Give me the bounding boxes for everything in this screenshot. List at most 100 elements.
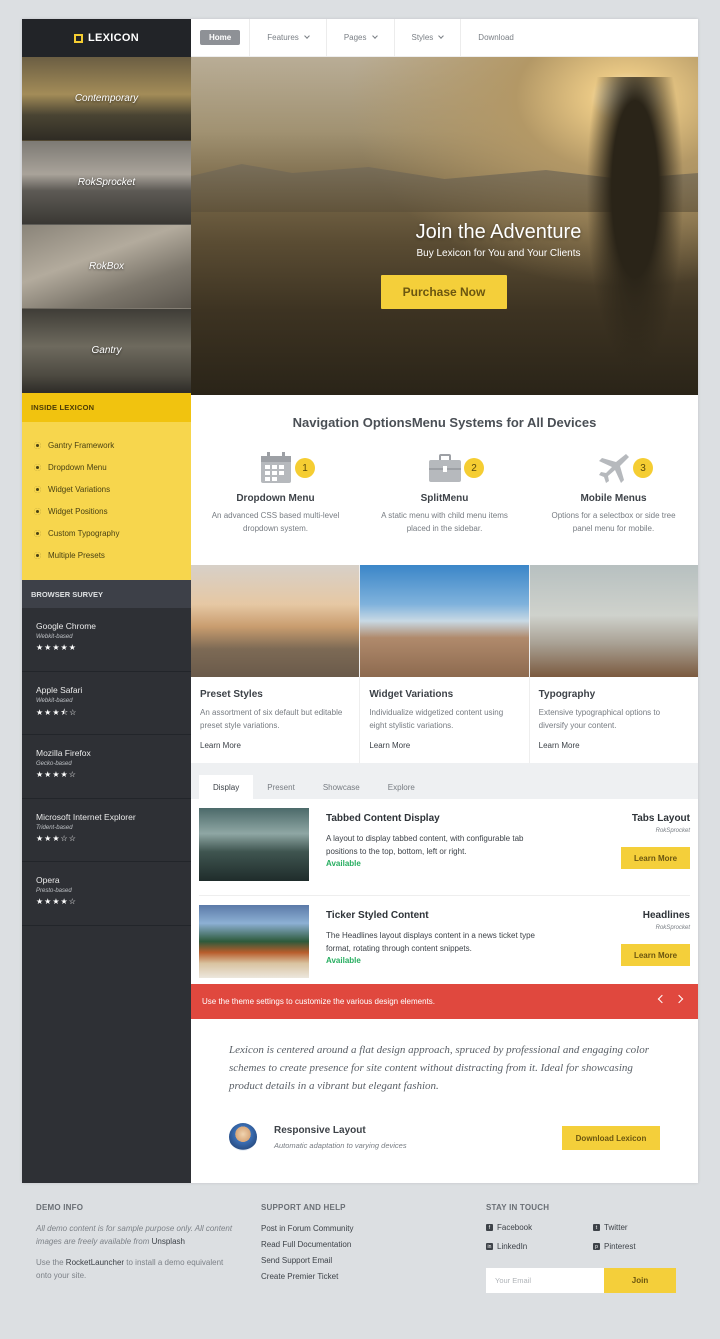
browser-name: Google Chrome bbox=[36, 621, 97, 631]
hero-title: Join the Adventure bbox=[415, 221, 582, 243]
inside-item[interactable]: Gantry Framework bbox=[34, 434, 191, 456]
nav-home-label[interactable]: Home bbox=[200, 30, 241, 45]
sidebar-thumb-roksprocket[interactable]: RokSprocket bbox=[22, 141, 191, 225]
demo-text: All demo content is for sample purpose o… bbox=[36, 1224, 233, 1246]
nav-styles[interactable]: Styles bbox=[395, 18, 462, 57]
nav-pages[interactable]: Pages bbox=[327, 18, 395, 57]
purchase-now-button[interactable]: Purchase Now bbox=[381, 275, 507, 309]
feature-image bbox=[529, 565, 698, 677]
intro-quote: Lexicon is centered around a flat design… bbox=[229, 1044, 649, 1092]
twitter-icon: t bbox=[593, 1224, 600, 1231]
support-link[interactable]: Read Full Documentation bbox=[261, 1240, 353, 1249]
nav-home[interactable]: Home bbox=[191, 18, 251, 57]
tab-showcase[interactable]: Showcase bbox=[309, 775, 374, 799]
logo[interactable]: LEXICON bbox=[22, 19, 191, 57]
facebook-link[interactable]: f Facebook bbox=[486, 1223, 532, 1232]
twitter-link[interactable]: t Twitter bbox=[593, 1223, 628, 1232]
thumb-label: Contemporary bbox=[74, 93, 139, 104]
support-link[interactable]: Send Support Email bbox=[261, 1256, 353, 1265]
footer-heading: STAY IN TOUCH bbox=[486, 1203, 550, 1212]
content-image bbox=[199, 808, 309, 881]
unsplash-link[interactable]: Unsplash bbox=[152, 1237, 185, 1246]
tab-display[interactable]: Display bbox=[199, 775, 254, 799]
join-button[interactable]: Join bbox=[604, 1268, 676, 1293]
content-title: Tabbed Content Display bbox=[326, 813, 440, 824]
option-text: Options for a selectbox or side tree pan… bbox=[551, 511, 676, 533]
star-rating: ★★★★☆ bbox=[36, 897, 77, 906]
hero-banner: Join the Adventure Buy Lexicon for You a… bbox=[191, 57, 698, 395]
social-label: LinkedIn bbox=[497, 1242, 528, 1251]
learn-more-button[interactable]: Learn More bbox=[621, 847, 690, 869]
responsive-title: Responsive Layout bbox=[274, 1125, 366, 1136]
inside-item[interactable]: Dropdown Menu bbox=[34, 456, 191, 478]
inside-item[interactable]: Widget Variations bbox=[34, 478, 191, 500]
feature-title: Preset Styles bbox=[200, 689, 263, 700]
inside-item[interactable]: Widget Positions bbox=[34, 500, 191, 522]
menu-option: 1 Dropdown Menu An advanced CSS based mu… bbox=[191, 448, 360, 535]
nav-download[interactable]: Download bbox=[461, 19, 531, 57]
page-frame: LEXICON Contemporary RokSprocket RokBox … bbox=[22, 18, 698, 1183]
survey-item: Google Chrome Webkit-based ★★★★★ bbox=[22, 608, 191, 672]
pinterest-link[interactable]: p Pinterest bbox=[593, 1242, 636, 1251]
avatar bbox=[229, 1123, 257, 1151]
learn-more-link[interactable]: Learn More bbox=[530, 732, 698, 750]
briefcase-icon: 2 bbox=[372, 448, 517, 488]
airplane-icon: 3 bbox=[541, 448, 686, 488]
tab-explore[interactable]: Explore bbox=[374, 775, 429, 799]
linkedin-link[interactable]: in LinkedIn bbox=[486, 1242, 527, 1251]
footer-support: SUPPORT AND HELP Post in Forum Community… bbox=[261, 1203, 353, 1281]
tab-content-item: Tabbed Content Display A layout to displ… bbox=[199, 799, 690, 896]
sidebar-thumb-contemporary[interactable]: Contemporary bbox=[22, 57, 191, 141]
nav-features[interactable]: Features bbox=[250, 18, 327, 57]
sidebar-thumb-gantry[interactable]: Gantry bbox=[22, 309, 191, 393]
sidebar-thumb-rokbox[interactable]: RokBox bbox=[22, 225, 191, 309]
learn-more-link[interactable]: Learn More bbox=[191, 732, 359, 750]
linkedin-icon: in bbox=[486, 1243, 493, 1250]
chevron-right-icon[interactable] bbox=[674, 994, 684, 1004]
star-rating: ★★★★☆ bbox=[36, 770, 77, 779]
nav-label: Styles bbox=[411, 33, 434, 42]
thumb-label: RokSprocket bbox=[77, 177, 136, 188]
email-field[interactable]: Your Email bbox=[486, 1268, 604, 1293]
support-link[interactable]: Post in Forum Community bbox=[261, 1224, 353, 1233]
notice-bar: Use the theme settings to customize the … bbox=[191, 984, 698, 1019]
thumb-label: Gantry bbox=[91, 345, 122, 356]
social-label: Pinterest bbox=[604, 1242, 636, 1251]
learn-more-link[interactable]: Learn More bbox=[360, 732, 528, 750]
tab-present[interactable]: Present bbox=[253, 775, 309, 799]
feature-image bbox=[360, 565, 529, 677]
feature-card: Preset Styles An assortment of six defau… bbox=[191, 565, 361, 763]
pinterest-icon: p bbox=[593, 1243, 600, 1250]
support-link[interactable]: Create Premier Ticket bbox=[261, 1272, 353, 1281]
learn-more-button[interactable]: Learn More bbox=[621, 944, 690, 966]
inside-lexicon-title: INSIDE LEXICON bbox=[22, 393, 191, 422]
hero-subtitle: Buy Lexicon for You and Your Clients bbox=[416, 248, 581, 259]
browser-name: Opera bbox=[36, 875, 60, 885]
badge-number: 2 bbox=[464, 458, 484, 478]
chevron-left-icon[interactable] bbox=[657, 994, 667, 1004]
menu-option: 3 Mobile Menus Options for a selectbox o… bbox=[529, 448, 698, 535]
feature-text: Individualize widgetized content using e… bbox=[369, 708, 504, 730]
feature-title: Typography bbox=[538, 689, 596, 700]
download-lexicon-button[interactable]: Download Lexicon bbox=[562, 1126, 660, 1150]
demo-text: Use the bbox=[36, 1258, 66, 1267]
rocketlauncher-link[interactable]: RocketLauncher bbox=[66, 1258, 124, 1267]
nav-label: Pages bbox=[343, 33, 367, 42]
feature-grid: Preset Styles An assortment of six defau… bbox=[191, 565, 698, 763]
menu-option: 2 SplitMenu A static menu with child men… bbox=[360, 448, 529, 535]
survey-item: Microsoft Internet Explorer Trident-based… bbox=[22, 799, 191, 862]
feature-text: An assortment of six default but editabl… bbox=[200, 708, 343, 730]
star-rating: ★★★☆☆ bbox=[36, 833, 77, 843]
survey-item: Opera Presto-based ★★★★☆ bbox=[22, 862, 191, 926]
browser-engine: Gecko-based bbox=[36, 761, 72, 767]
social-label: Twitter bbox=[604, 1223, 628, 1232]
facebook-icon: f bbox=[486, 1224, 493, 1231]
inside-item[interactable]: Custom Typography bbox=[34, 522, 191, 544]
chevron-down-icon bbox=[371, 32, 378, 39]
survey-item: Apple Safari Webkit-based ★★★⯪☆ bbox=[22, 672, 191, 735]
browser-survey: BROWSER SURVEY Google Chrome Webkit-based… bbox=[22, 580, 191, 926]
chevron-down-icon bbox=[303, 32, 310, 39]
section-title: Navigation OptionsMenu Systems for All D… bbox=[292, 415, 597, 430]
footer-touch: STAY IN TOUCH bbox=[486, 1203, 549, 1212]
inside-item[interactable]: Multiple Presets bbox=[34, 544, 191, 566]
